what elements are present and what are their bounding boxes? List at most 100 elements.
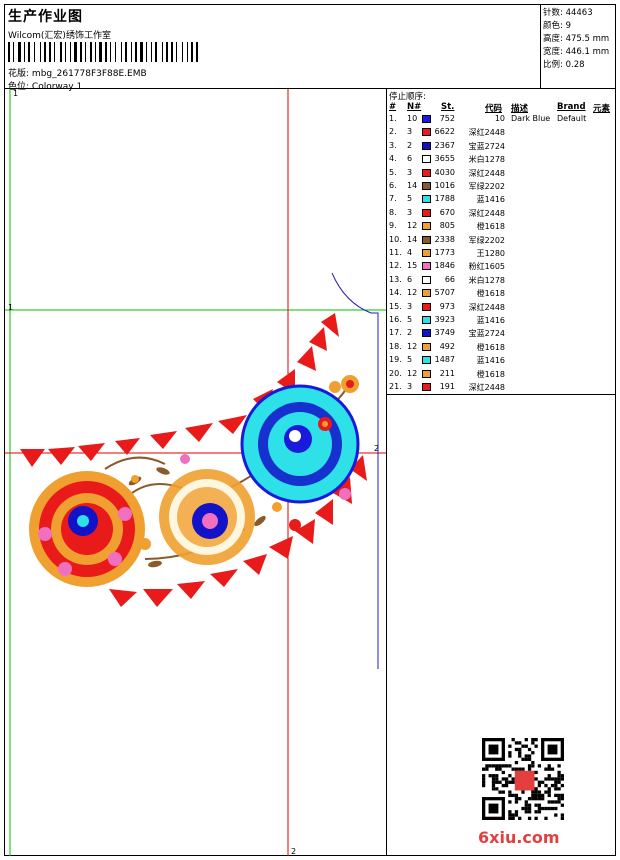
row-index: 21. [389, 382, 402, 391]
row-code: 宝蓝2724 [468, 329, 505, 339]
row-code: 军绿2202 [468, 235, 505, 245]
row-needle: 15 [407, 261, 418, 271]
row-stitches: 66 [444, 274, 455, 284]
row-stitches: 1773 [434, 248, 455, 257]
orange-flower [159, 469, 255, 565]
table-row: 4. 6 3655 米白1278 [387, 153, 616, 166]
stop-sequence-table: 停止顺序: # N# St. 代码 描述 Brand 元素 1. 10 752 10 D… [387, 89, 616, 394]
table-row: 15. 3 973 深红2448 [387, 301, 616, 314]
stat-stitches: 针数: 44463 [543, 8, 593, 18]
color-swatch [422, 262, 431, 271]
row-code: 10 [494, 114, 505, 123]
row-code: 橙1618 [476, 222, 505, 232]
row-index: 18. [389, 341, 402, 351]
row-needle: 5 [407, 355, 413, 365]
row-code: 米白1278 [468, 155, 505, 165]
row-brand: Default [557, 114, 587, 123]
color-swatch [422, 222, 431, 231]
row-needle: 6 [407, 154, 413, 164]
watermark-text: 6xiu.com [478, 828, 560, 847]
color-swatch [422, 275, 431, 284]
color-swatch [422, 208, 431, 217]
row-needle: 14 [407, 234, 418, 244]
row-stitches: 3655 [434, 154, 455, 164]
row-description: Dark Blue [511, 114, 551, 123]
row-code: 深红2448 [468, 302, 505, 312]
barcode [8, 42, 238, 62]
qr-code [482, 738, 564, 820]
marker-mid-right: 2 [374, 444, 379, 453]
color-swatch [422, 182, 431, 190]
table-row: 16. 5 3923 蓝1416 [387, 314, 616, 327]
row-code: 橙1618 [476, 369, 505, 379]
row-code: 宝蓝2724 [468, 141, 505, 151]
row-index: 4. [389, 154, 397, 164]
color-swatch [422, 342, 431, 351]
table-row: 21. 3 191 深红2448 [387, 381, 616, 394]
stat-colors: 颜色: 9 [543, 21, 571, 31]
color-swatch [422, 155, 431, 164]
row-needle: 3 [407, 167, 413, 177]
table-row: 10. 14 2338 军绿2202 [387, 234, 616, 247]
row-code: 深红2448 [468, 128, 505, 138]
row-needle: 12 [407, 341, 418, 351]
col-header-brand: Brand [557, 102, 586, 112]
row-stitches: 6622 [434, 127, 455, 137]
row-index: 10. [389, 234, 402, 244]
row-code: 军绿2202 [468, 182, 505, 191]
row-code: 深红2448 [468, 208, 505, 218]
row-index: 14. [389, 288, 402, 298]
header: 生产作业图 Wilcom(汇宏)绣饰工作室 花版: mbg_261778F3F8… [5, 5, 540, 92]
color-swatch [422, 235, 431, 244]
table-row: 11. 4 1773 王1280 [387, 247, 616, 260]
table-row: 19. 5 1487 蓝1416 [387, 354, 616, 367]
row-stitches: 1016 [434, 181, 455, 190]
row-stitches: 492 [439, 341, 455, 351]
row-needle: 6 [407, 274, 413, 284]
stat-width: 宽度: 446.1 mm [543, 47, 610, 57]
color-swatch [422, 302, 431, 311]
row-index: 19. [389, 355, 402, 365]
row-stitches: 670 [439, 207, 455, 217]
row-needle: 5 [407, 194, 413, 204]
row-needle: 12 [407, 368, 418, 378]
design-label: 花版: [8, 69, 30, 79]
color-swatch [422, 168, 431, 177]
row-code: 蓝1416 [476, 356, 505, 366]
row-needle: 3 [407, 127, 413, 137]
row-stitches: 1788 [434, 194, 455, 204]
row-code: 橙1618 [476, 289, 505, 299]
row-needle: 10 [407, 114, 418, 123]
row-index: 9. [389, 221, 397, 231]
marker-bottom: 2 [291, 847, 296, 856]
stat-height: 高度: 475.5 mm [543, 34, 610, 44]
row-stitches: 5707 [434, 288, 455, 298]
blue-flower [240, 384, 360, 504]
qr-logo [514, 770, 535, 791]
table-row: 7. 5 1788 蓝1416 [387, 193, 616, 206]
row-stitches: 4030 [434, 167, 455, 177]
marker-mid-left: 1 [8, 303, 13, 312]
row-code: 王1280 [476, 249, 505, 258]
row-stitches: 3749 [434, 328, 455, 338]
table-row: 9. 12 805 橙1618 [387, 220, 616, 233]
table-row: 1. 10 752 10 Dark Blue Default [387, 113, 616, 126]
row-stitches: 1487 [434, 355, 455, 365]
color-swatch [422, 289, 431, 298]
color-swatch [422, 356, 431, 365]
table-row: 18. 12 492 橙1618 [387, 341, 616, 354]
row-needle: 12 [407, 221, 418, 231]
col-header-idx: # [389, 102, 397, 112]
table-row: 13. 6 66 米白1278 [387, 274, 616, 287]
row-index: 13. [389, 274, 402, 284]
color-swatch [422, 316, 431, 324]
company-name: Wilcom(汇宏)绣饰工作室 [8, 31, 111, 41]
stats-panel: 针数: 44463 颜色: 9 高度: 475.5 mm 宽度: 446.1 m… [540, 5, 617, 88]
row-needle: 5 [407, 315, 413, 324]
row-index: 16. [389, 315, 402, 324]
color-swatch [422, 369, 431, 378]
stat-scale: 比例: 0.28 [543, 60, 585, 70]
row-index: 20. [389, 368, 402, 378]
row-needle: 4 [407, 248, 413, 257]
color-swatch [422, 249, 431, 257]
